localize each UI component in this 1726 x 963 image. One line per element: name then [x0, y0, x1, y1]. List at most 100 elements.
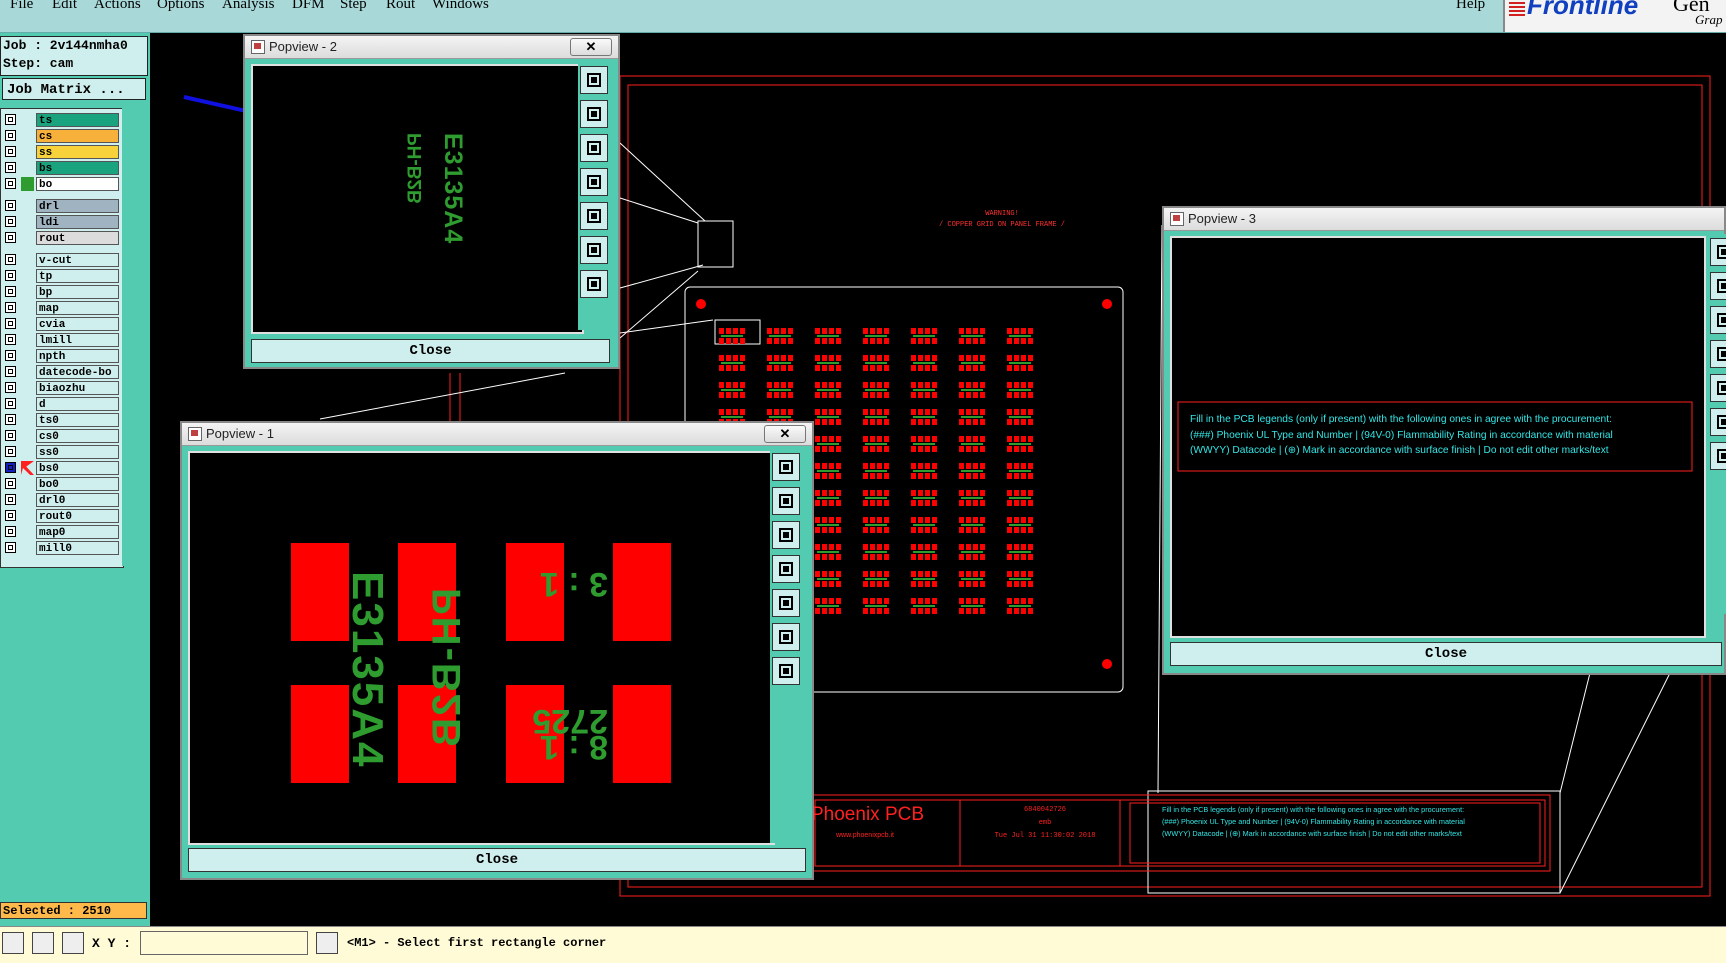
- select-mode-icon[interactable]: [2, 932, 24, 954]
- zoom-out-icon[interactable]: [1710, 442, 1726, 470]
- layer-row[interactable]: rout: [1, 231, 121, 245]
- layer-row[interactable]: tp: [1, 269, 121, 283]
- popview-1-close-button[interactable]: Close: [188, 848, 806, 872]
- pan-left-icon[interactable]: [580, 168, 608, 196]
- popview-2-titlebar[interactable]: Popview - 2 ✕: [245, 36, 618, 59]
- layer-checkbox[interactable]: [5, 350, 16, 361]
- layer-row[interactable]: npth: [1, 349, 121, 363]
- layer-checkbox[interactable]: [5, 200, 16, 211]
- layer-row[interactable]: bo0: [1, 477, 121, 491]
- layer-checkbox[interactable]: [5, 216, 16, 227]
- menu-rout[interactable]: Rout: [386, 0, 415, 13]
- menu-analysis[interactable]: Analysis: [222, 0, 275, 13]
- job-matrix-button[interactable]: Job Matrix ...: [2, 78, 146, 100]
- layer-checkbox[interactable]: [5, 254, 16, 265]
- pan-down-icon[interactable]: [580, 134, 608, 162]
- layer-row[interactable]: ts: [1, 113, 121, 127]
- layer-row[interactable]: bp: [1, 285, 121, 299]
- zoom-in-icon[interactable]: [772, 623, 800, 651]
- layer-checkbox[interactable]: [5, 366, 16, 377]
- layer-checkbox[interactable]: [5, 334, 16, 345]
- layer-row[interactable]: rout0: [1, 509, 121, 523]
- layer-checkbox[interactable]: [5, 302, 16, 313]
- menu-file[interactable]: File: [10, 0, 33, 13]
- popview-3-viewport[interactable]: Fill in the PCB legends (only if present…: [1170, 236, 1706, 638]
- layer-checkbox[interactable]: [5, 318, 16, 329]
- layer-checkbox[interactable]: [5, 510, 16, 521]
- layer-checkbox[interactable]: [5, 478, 16, 489]
- zoom-in-icon[interactable]: [580, 236, 608, 264]
- zoom-home-icon[interactable]: [580, 66, 608, 94]
- popview-1-viewport[interactable]: E3135A4 PH-B2B 3 : 1 2725 8 : 1: [188, 451, 775, 845]
- layer-row[interactable]: drl0: [1, 493, 121, 507]
- zoom-out-icon[interactable]: [772, 657, 800, 685]
- grid-snap-icon[interactable]: [62, 932, 84, 954]
- pan-right-icon[interactable]: [580, 202, 608, 230]
- menu-step[interactable]: Step: [340, 0, 367, 13]
- pan-left-icon[interactable]: [1710, 340, 1726, 368]
- popview-1-titlebar[interactable]: Popview - 1 ✕: [182, 423, 812, 446]
- menu-options[interactable]: Options: [157, 0, 205, 13]
- layer-checkbox[interactable]: [5, 270, 16, 281]
- layer-row[interactable]: bo: [1, 177, 121, 191]
- pan-left-icon[interactable]: [772, 555, 800, 583]
- layer-row[interactable]: ss0: [1, 445, 121, 459]
- layer-checkbox[interactable]: [5, 494, 16, 505]
- layer-row[interactable]: datecode-bo: [1, 365, 121, 379]
- layer-checkbox[interactable]: [5, 446, 16, 457]
- layer-checkbox[interactable]: [5, 462, 16, 473]
- pan-up-icon[interactable]: [580, 100, 608, 128]
- layer-checkbox[interactable]: [5, 130, 16, 141]
- layer-row[interactable]: ldi: [1, 215, 121, 229]
- pan-right-icon[interactable]: [1710, 374, 1726, 402]
- layer-row[interactable]: cs0: [1, 429, 121, 443]
- layer-checkbox[interactable]: [5, 398, 16, 409]
- layer-row[interactable]: map0: [1, 525, 121, 539]
- layer-row[interactable]: cs: [1, 129, 121, 143]
- layer-checkbox[interactable]: [5, 232, 16, 243]
- zoom-home-icon[interactable]: [772, 453, 800, 481]
- layer-row[interactable]: ss: [1, 145, 121, 159]
- layer-row[interactable]: v-cut: [1, 253, 121, 267]
- layer-checkbox[interactable]: [5, 430, 16, 441]
- popview-2-close-icon[interactable]: ✕: [570, 38, 612, 56]
- layer-row[interactable]: map: [1, 301, 121, 315]
- pan-down-icon[interactable]: [1710, 306, 1726, 334]
- pan-up-icon[interactable]: [1710, 272, 1726, 300]
- popview-2-viewport[interactable]: E3135A4 PH-B2B: [251, 64, 584, 334]
- layer-checkbox[interactable]: [5, 414, 16, 425]
- menu-windows[interactable]: Windows: [432, 0, 489, 13]
- xy-input[interactable]: [140, 931, 308, 955]
- layer-row[interactable]: bs0: [1, 461, 121, 475]
- popview-1-close-icon[interactable]: ✕: [764, 425, 806, 443]
- layer-checkbox[interactable]: [5, 162, 16, 173]
- layer-row[interactable]: lmill: [1, 333, 121, 347]
- layer-checkbox[interactable]: [5, 526, 16, 537]
- layer-checkbox[interactable]: [5, 114, 16, 125]
- layer-checkbox[interactable]: [5, 146, 16, 157]
- zoom-home-icon[interactable]: [1710, 238, 1726, 266]
- pan-down-icon[interactable]: [772, 521, 800, 549]
- layer-checkbox[interactable]: [5, 286, 16, 297]
- menu-actions[interactable]: Actions: [94, 0, 141, 13]
- popview-3-close-button[interactable]: Close: [1170, 642, 1722, 666]
- layer-row[interactable]: bs: [1, 161, 121, 175]
- menu-edit[interactable]: Edit: [52, 0, 77, 13]
- layer-row[interactable]: cvia: [1, 317, 121, 331]
- measure-icon[interactable]: [32, 932, 54, 954]
- layer-row[interactable]: mill0: [1, 541, 121, 555]
- layer-checkbox[interactable]: [5, 382, 16, 393]
- zoom-in-icon[interactable]: [1710, 408, 1726, 436]
- layer-checkbox[interactable]: [5, 178, 16, 189]
- menu-help[interactable]: Help: [1456, 0, 1485, 13]
- popview-2-close-button[interactable]: Close: [251, 339, 610, 363]
- menu-dfm[interactable]: DFM: [292, 0, 325, 13]
- pan-up-icon[interactable]: [772, 487, 800, 515]
- layer-row[interactable]: ts0: [1, 413, 121, 427]
- pan-right-icon[interactable]: [772, 589, 800, 617]
- zoom-out-icon[interactable]: [580, 270, 608, 298]
- layer-row[interactable]: biaozhu: [1, 381, 121, 395]
- layer-row[interactable]: drl: [1, 199, 121, 213]
- layer-checkbox[interactable]: [5, 542, 16, 553]
- alert-icon[interactable]: [316, 932, 338, 954]
